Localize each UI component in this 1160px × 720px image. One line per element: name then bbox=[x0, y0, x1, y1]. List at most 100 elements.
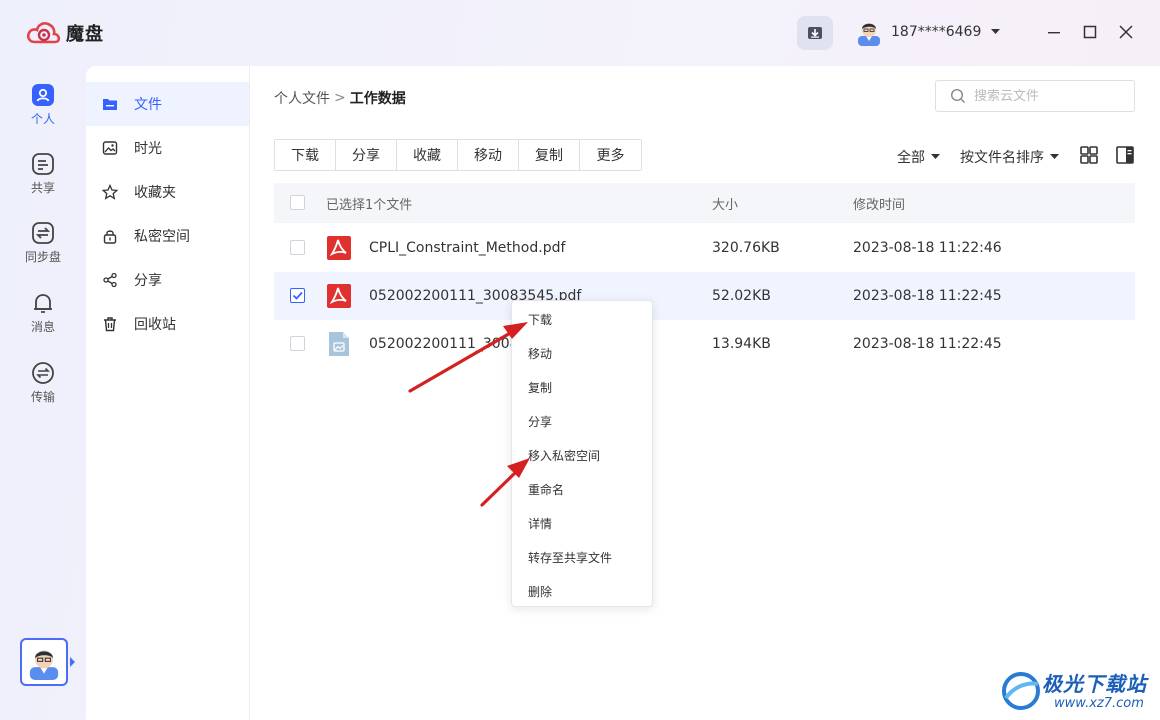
ctx-details[interactable]: 详情 bbox=[512, 506, 652, 540]
sidenav-item-favorites[interactable]: 收藏夹 bbox=[86, 170, 249, 214]
rail-label: 共享 bbox=[30, 181, 55, 195]
file-name[interactable]: 052002200111_3008 bbox=[369, 320, 519, 368]
sidenav-item-share[interactable]: 分享 bbox=[86, 258, 249, 302]
sort-dropdown[interactable]: 按文件名排序 bbox=[960, 147, 1059, 167]
search-icon bbox=[950, 88, 965, 103]
profile-avatar-button[interactable] bbox=[20, 638, 68, 686]
avatar bbox=[29, 650, 59, 680]
download-tray-icon bbox=[808, 27, 822, 39]
detail-panel-icon[interactable] bbox=[1115, 145, 1135, 165]
rail-item-messages[interactable]: 消息 bbox=[0, 291, 86, 335]
ctx-copy[interactable]: 复制 bbox=[512, 370, 652, 404]
breadcrumb-separator: > bbox=[334, 90, 346, 106]
sidenav-item-private-space[interactable]: 私密空间 bbox=[86, 214, 249, 258]
scope-filter[interactable]: 全部 bbox=[897, 147, 940, 167]
selection-count: 已选择1个文件 bbox=[326, 197, 413, 213]
image-file-icon bbox=[329, 332, 349, 356]
file-modified: 2023-08-18 11:22:45 bbox=[853, 288, 1002, 304]
minimize-icon bbox=[1048, 32, 1060, 34]
rail-label: 个人 bbox=[30, 112, 55, 126]
rail-label: 同步盘 bbox=[24, 250, 61, 264]
sidenav-label: 时光 bbox=[134, 141, 162, 157]
breadcrumb-parent[interactable]: 个人文件 bbox=[274, 88, 330, 108]
search-input[interactable] bbox=[974, 88, 1114, 104]
title-bar: 魔盘 187****6469 bbox=[0, 0, 1160, 66]
cloud-logo-icon bbox=[26, 22, 61, 44]
rail-label: 传输 bbox=[30, 390, 55, 404]
sidenav-label: 文件 bbox=[134, 97, 162, 113]
ctx-move[interactable]: 移动 bbox=[512, 336, 652, 370]
app-logo: 魔盘 bbox=[26, 20, 104, 46]
select-all-checkbox[interactable] bbox=[290, 195, 305, 210]
breadcrumb: 个人文件 > 工作数据 bbox=[274, 88, 406, 108]
maximize-button[interactable] bbox=[1080, 22, 1100, 42]
sidenav-item-recycle-bin[interactable]: 回收站 bbox=[86, 302, 249, 346]
sort-label: 按文件名排序 bbox=[960, 150, 1044, 166]
rail-item-transfer[interactable]: 传输 bbox=[0, 361, 86, 405]
main-panel: 个人文件 > 工作数据 下载 分享 收藏 移动 复制 更多 全部 按文件名排序 … bbox=[250, 66, 1160, 720]
favorite-button[interactable]: 收藏 bbox=[397, 140, 458, 170]
maximize-icon bbox=[1083, 25, 1097, 39]
sidenav-label: 收藏夹 bbox=[134, 185, 176, 201]
folder-icon bbox=[102, 96, 118, 112]
search-box[interactable] bbox=[935, 80, 1135, 112]
ctx-delete[interactable]: 删除 bbox=[512, 574, 652, 608]
rail-label: 消息 bbox=[30, 320, 55, 334]
ctx-download[interactable]: 下载 bbox=[512, 302, 652, 336]
user-name: 187****6469 bbox=[891, 24, 982, 40]
copy-button[interactable]: 复制 bbox=[519, 140, 580, 170]
left-rail: 个人 共享 同步盘 消息 传输 bbox=[0, 66, 86, 720]
watermark-text: 极光下载站 bbox=[1042, 672, 1147, 696]
ctx-move-to-private[interactable]: 移入私密空间 bbox=[512, 438, 652, 472]
ctx-share[interactable]: 分享 bbox=[512, 404, 652, 438]
share-icon bbox=[102, 272, 118, 288]
download-manager-button[interactable] bbox=[797, 16, 833, 50]
share-button[interactable]: 分享 bbox=[336, 140, 397, 170]
file-modified: 2023-08-18 11:22:45 bbox=[853, 336, 1002, 352]
pdf-file-icon bbox=[327, 284, 351, 308]
avatar bbox=[858, 23, 880, 46]
table-row[interactable]: CPLI_Constraint_Method.pdf 320.76KB 2023… bbox=[274, 224, 1135, 272]
user-menu[interactable]: 187****6469 bbox=[855, 18, 1001, 46]
file-size: 52.02KB bbox=[712, 288, 771, 304]
sidenav-label: 分享 bbox=[134, 273, 162, 289]
close-button[interactable] bbox=[1116, 22, 1136, 42]
row-checkbox[interactable] bbox=[290, 288, 305, 303]
sidenav-label: 私密空间 bbox=[134, 229, 190, 245]
star-icon bbox=[102, 184, 118, 200]
more-button[interactable]: 更多 bbox=[580, 140, 641, 170]
app-title: 魔盘 bbox=[66, 24, 104, 45]
person-icon bbox=[31, 83, 55, 107]
share-folder-icon bbox=[31, 152, 55, 176]
column-modified[interactable]: 修改时间 bbox=[853, 183, 905, 223]
close-icon bbox=[1119, 25, 1133, 39]
sidenav-label: 回收站 bbox=[134, 317, 176, 333]
row-checkbox[interactable] bbox=[290, 240, 305, 255]
caret-down-icon bbox=[991, 29, 1001, 34]
lock-icon bbox=[102, 228, 118, 244]
ctx-save-to-shared[interactable]: 转存至共享文件 bbox=[512, 540, 652, 574]
sidenav-item-files[interactable]: 文件 bbox=[86, 82, 249, 126]
watermark-logo-icon bbox=[1002, 672, 1040, 710]
minimize-button[interactable] bbox=[1044, 22, 1064, 42]
download-button[interactable]: 下载 bbox=[275, 140, 336, 170]
watermark: 极光下载站 www.xz7.com bbox=[998, 662, 1158, 718]
table-row[interactable]: 052002200111_3008 13.94KB 2023-08-18 11:… bbox=[274, 320, 1135, 368]
move-button[interactable]: 移动 bbox=[458, 140, 519, 170]
ctx-rename[interactable]: 重命名 bbox=[512, 472, 652, 506]
action-toolbar: 下载 分享 收藏 移动 复制 更多 bbox=[274, 139, 642, 171]
rail-item-personal[interactable]: 个人 bbox=[0, 83, 86, 127]
file-modified: 2023-08-18 11:22:46 bbox=[853, 240, 1002, 256]
rail-item-sync[interactable]: 同步盘 bbox=[0, 221, 86, 265]
sidenav: 文件 时光 收藏夹 私密空间 分享 回收站 bbox=[86, 66, 250, 720]
scope-filter-label: 全部 bbox=[897, 150, 925, 166]
row-checkbox[interactable] bbox=[290, 336, 305, 351]
column-size[interactable]: 大小 bbox=[712, 183, 738, 223]
breadcrumb-current: 工作数据 bbox=[349, 91, 406, 107]
table-row[interactable]: 052002200111_30083545.pdf 52.02KB 2023-0… bbox=[274, 272, 1135, 320]
rail-item-shared[interactable]: 共享 bbox=[0, 152, 86, 196]
sidenav-item-moments[interactable]: 时光 bbox=[86, 126, 249, 170]
file-name[interactable]: CPLI_Constraint_Method.pdf bbox=[369, 224, 565, 272]
grid-view-icon[interactable] bbox=[1079, 145, 1099, 165]
caret-down-icon bbox=[931, 154, 940, 159]
